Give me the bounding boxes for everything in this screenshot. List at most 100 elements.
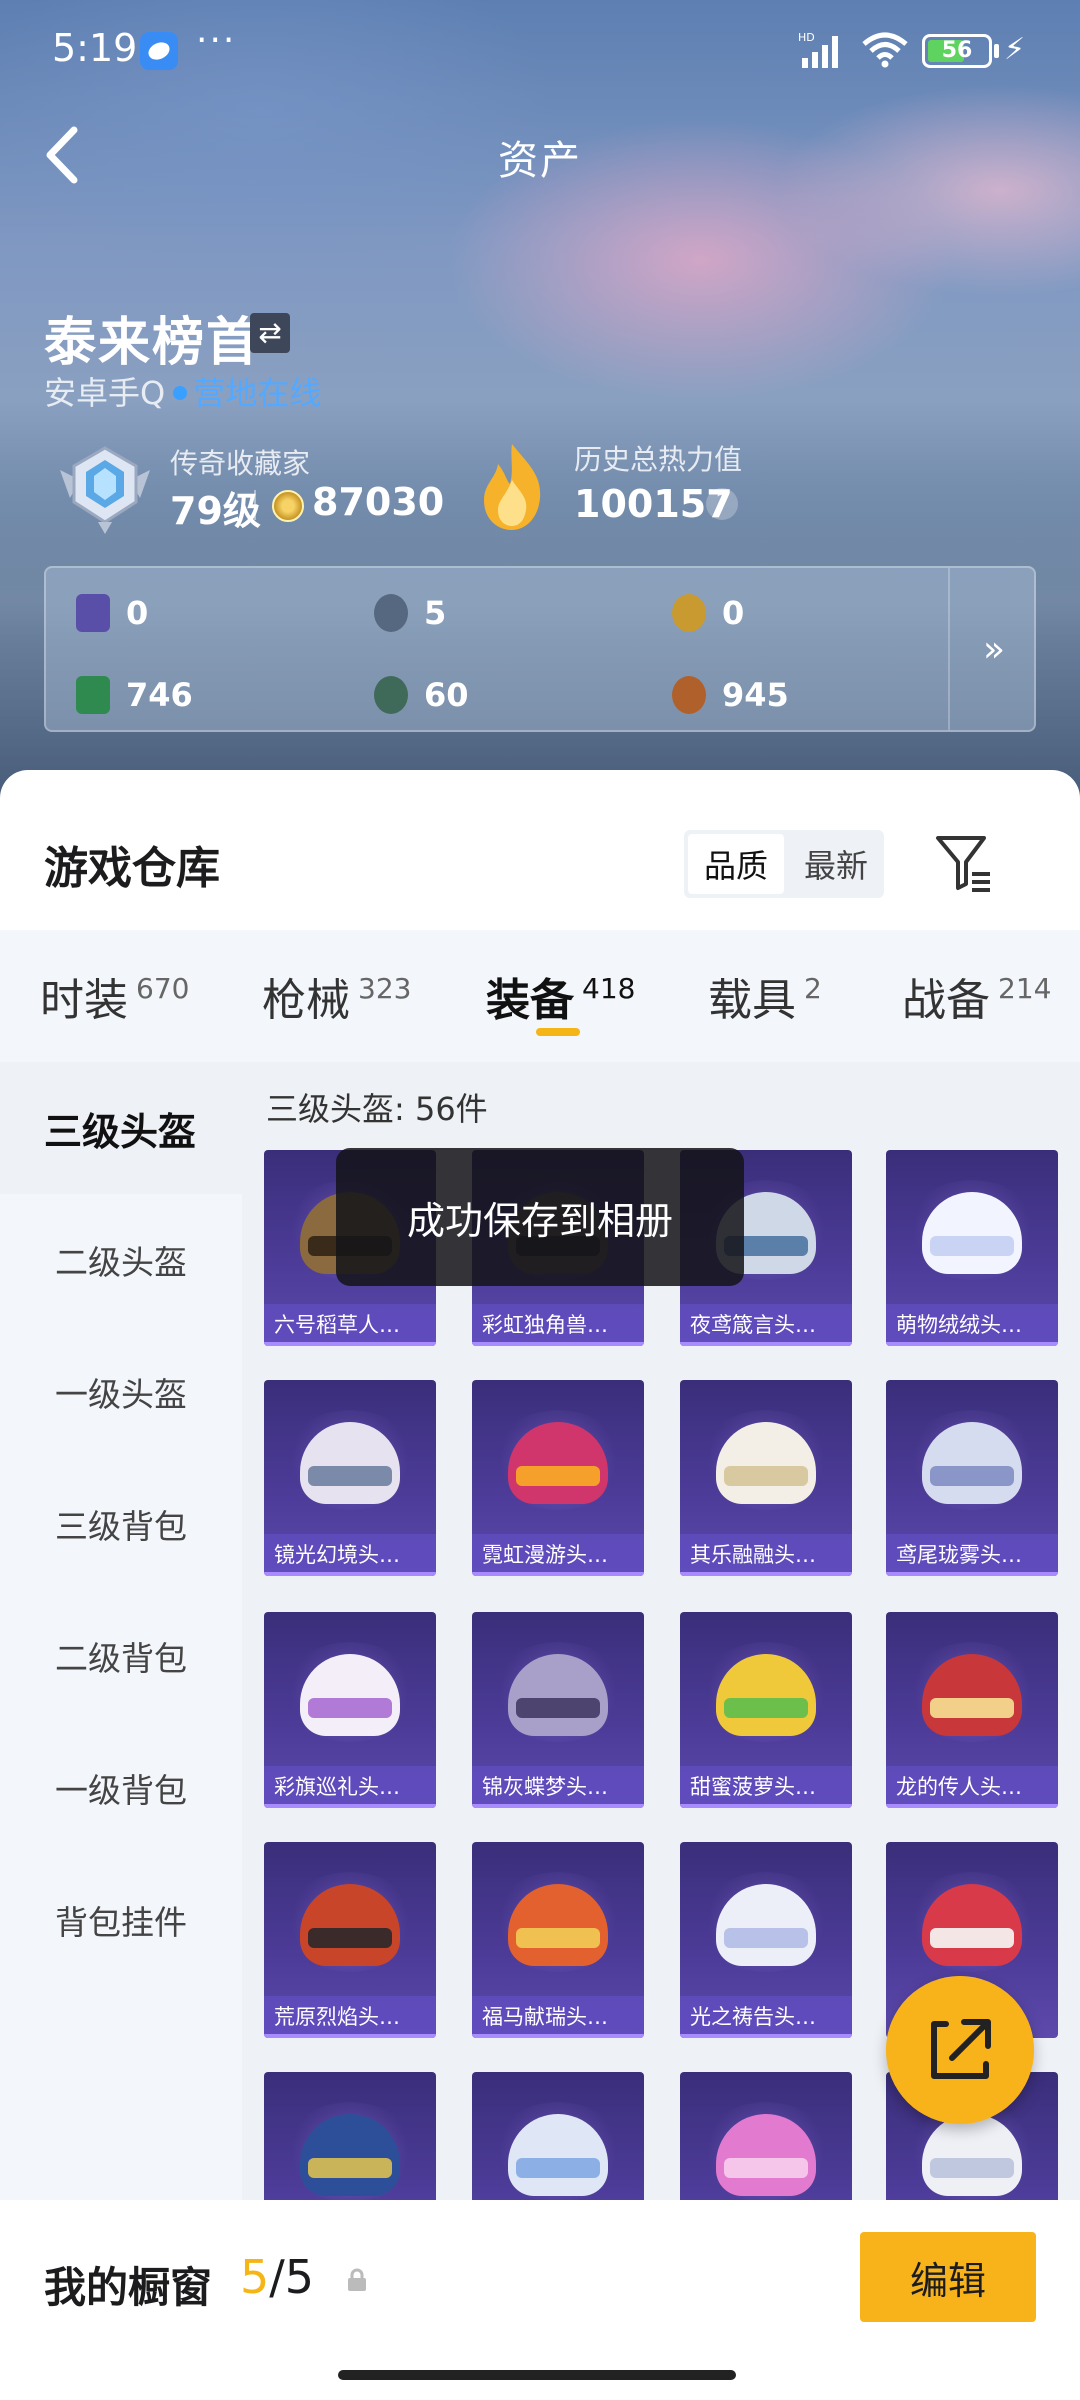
currency-item: 0 (672, 588, 744, 638)
currency-gold-token-icon (672, 594, 706, 632)
svg-text:HD: HD (798, 31, 815, 44)
helmet-icon (922, 2114, 1022, 2196)
active-tab-indicator (536, 1028, 580, 1036)
currency-value: 60 (424, 676, 469, 714)
status-time: 5:19 (52, 26, 138, 70)
sidebar-item-level3-backpack[interactable]: 三级背包 (0, 1458, 242, 1590)
tab-weapons[interactable]: 枪械 323 (262, 930, 411, 1062)
tab-equipment[interactable]: 装备 418 (486, 930, 635, 1062)
rarity-strip (264, 1572, 436, 1576)
rarity-strip (680, 2034, 852, 2038)
tab-vehicles[interactable]: 载具 2 (708, 930, 822, 1062)
heat-title: 历史总热力值 (574, 443, 743, 476)
tab-gear[interactable]: 战备 214 (902, 930, 1051, 1062)
item-name: 其乐融融头… (680, 1534, 852, 1576)
username: 泰来榜首 (44, 313, 261, 373)
helmet-visor (930, 1236, 1014, 1256)
sidebar-item-level1-backpack[interactable]: 一级背包 (0, 1722, 242, 1854)
currency-value: 5 (424, 594, 447, 632)
filter-icon[interactable] (934, 830, 994, 896)
rarity-strip (680, 1572, 852, 1576)
item-card[interactable]: 甜蜜菠萝头… (680, 1612, 852, 1808)
home-indicator[interactable] (338, 2370, 736, 2380)
helmet-icon (922, 1654, 1022, 1736)
helmet-visor (724, 1466, 808, 1486)
coin-icon (272, 490, 304, 522)
collector-rank-badge-icon[interactable] (50, 440, 160, 536)
item-card[interactable]: 萌物绒绒头… (886, 1150, 1058, 1346)
showcase-total: /5 (269, 2250, 315, 2304)
battery-nub (994, 44, 999, 58)
item-card[interactable]: 荒原烈焰头… (264, 1842, 436, 2038)
platform-info: 安卓手Q 营地在线 (44, 368, 321, 414)
share-icon[interactable] (886, 1976, 1034, 2124)
helmet-visor (308, 1928, 392, 1948)
currency-panel[interactable]: 0 5 0 746 60 945 » (44, 566, 1036, 732)
sidebar-item-level2-helmet[interactable]: 二级头盔 (0, 1194, 242, 1326)
rank-title: 传奇收藏家 (170, 447, 311, 480)
item-card[interactable]: 锦灰蝶梦头… (472, 1612, 644, 1808)
helmet-icon (300, 2114, 400, 2196)
toast-message: 成功保存到相册 (336, 1148, 744, 1286)
helmet-visor (724, 2158, 808, 2178)
rarity-strip (886, 1804, 1058, 1808)
coin-count: 87030 (312, 480, 445, 524)
item-count: 三级头盔: 56件 (266, 1090, 488, 1128)
helmet-icon (922, 1192, 1022, 1274)
switch-account-icon[interactable]: ⇄ (250, 313, 290, 353)
tab-fashion[interactable]: 时装 670 (40, 930, 189, 1062)
more-notifications-icon: ··· (196, 20, 237, 61)
item-card[interactable]: 光之祷告头… (680, 1842, 852, 2038)
lock-icon (348, 2268, 366, 2291)
item-name: 彩虹独角兽… (472, 1304, 644, 1346)
item-card[interactable]: 其乐融融头… (680, 1380, 852, 1576)
item-card[interactable]: 彩旗巡礼头… (264, 1612, 436, 1808)
item-name: 甜蜜菠萝头… (680, 1766, 852, 1808)
currency-value: 0 (722, 594, 745, 632)
currency-token-icon (374, 594, 408, 632)
item-name: 萌物绒绒头… (886, 1304, 1058, 1346)
helmet-visor (930, 1928, 1014, 1948)
helmet-icon (508, 2114, 608, 2196)
tab-count: 2 (804, 971, 822, 1005)
item-card[interactable]: 鸢尾珑雾头… (886, 1380, 1058, 1576)
rarity-strip (264, 1342, 436, 1346)
edit-button[interactable]: 编辑 (860, 2232, 1036, 2322)
online-status[interactable]: 营地在线 (193, 374, 321, 412)
sidebar-item-level2-backpack[interactable]: 二级背包 (0, 1590, 242, 1722)
battery-level: 56 (941, 38, 973, 63)
helmet-visor (516, 1928, 600, 1948)
sidebar-item-backpack-charm[interactable]: 背包挂件 (0, 1854, 242, 1986)
tab-count: 670 (136, 971, 190, 1005)
sort-quality-button[interactable]: 品质 (688, 834, 784, 894)
item-card[interactable]: 镜光幻境头… (264, 1380, 436, 1576)
help-icon[interactable]: ? (706, 488, 738, 520)
helmet-visor (516, 2158, 600, 2178)
category-tabs: 时装 670 枪械 323 装备 418 载具 2 战备 214 (0, 930, 1080, 1062)
sidebar-item-level3-helmet[interactable]: 三级头盔 (0, 1062, 242, 1194)
item-name: 锦灰蝶梦头… (472, 1766, 644, 1808)
warehouse-sheet: 游戏仓库 品质 最新 时装 670 枪械 323 装备 418 载具 2 战备 214 三… (0, 770, 1080, 2400)
online-dot (173, 386, 188, 400)
item-card[interactable]: 福马献瑞头… (472, 1842, 644, 2038)
helmet-visor (308, 1698, 392, 1718)
item-name: 福马献瑞头… (472, 1996, 644, 2038)
sidebar-item-level1-helmet[interactable]: 一级头盔 (0, 1326, 242, 1458)
item-card[interactable]: 龙的传人头… (886, 1612, 1058, 1808)
showcase-title: 我的橱窗 (44, 2263, 213, 2312)
sort-newest-button[interactable]: 最新 (788, 830, 884, 898)
rarity-strip (264, 2034, 436, 2038)
currency-more-button[interactable]: » (950, 568, 1038, 730)
helmet-icon (716, 1884, 816, 1966)
currency-value: 945 (722, 676, 789, 714)
rarity-strip (886, 1572, 1058, 1576)
flame-icon (484, 444, 541, 530)
helmet-visor (308, 2158, 392, 2178)
helmet-icon (508, 1422, 608, 1504)
rarity-strip (886, 1342, 1058, 1346)
rarity-strip (264, 1804, 436, 1808)
tab-count: 418 (582, 971, 636, 1005)
item-card[interactable]: 霓虹漫游头… (472, 1380, 644, 1576)
warehouse-title: 游戏仓库 (44, 843, 220, 894)
showcase-count: 5/5 (240, 2250, 314, 2304)
